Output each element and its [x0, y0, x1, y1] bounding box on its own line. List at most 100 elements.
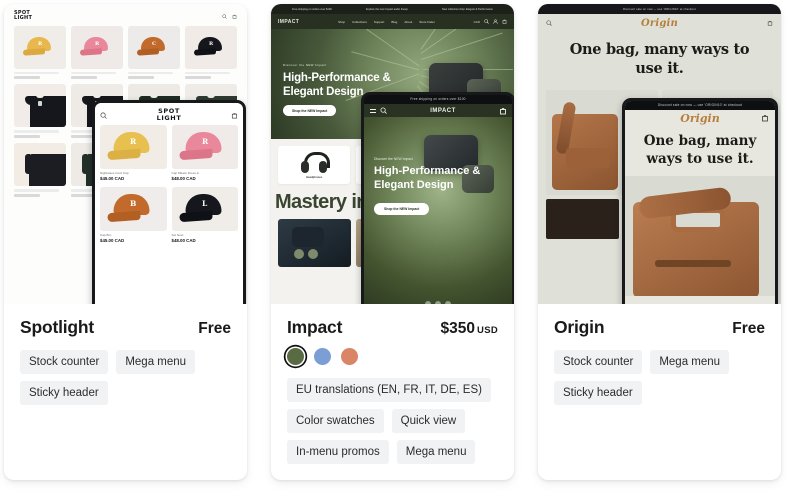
- product-thumb: C: [128, 25, 180, 69]
- feature-tag: Sticky header: [20, 381, 108, 405]
- product-thumb: [14, 84, 66, 128]
- spotlight-mobile-mockup[interactable]: SPOT LIGHT R Nightwave Cord Cap $45.00 C…: [92, 100, 246, 304]
- impact-mobile-logo: IMPACT: [430, 107, 456, 114]
- price-amount: $350: [440, 320, 476, 337]
- color-swatch-blue[interactable]: [314, 348, 331, 365]
- impact-logo: IMPACT: [278, 18, 300, 25]
- impact-mobile-eyebrow: Discover the NEW Impact: [374, 157, 413, 161]
- spotlight-header: SPOT LIGHT: [4, 4, 247, 26]
- account-icon: [493, 19, 498, 24]
- product-price: $48.00 CAD: [171, 238, 196, 243]
- theme-title-row: Spotlight Free: [20, 317, 231, 338]
- impact-hero-cta-button[interactable]: Shop the NEW Impact: [283, 105, 337, 117]
- origin-mobile-mockup[interactable]: Discount sale on now — use 'ORIGIN10' at…: [622, 98, 778, 304]
- product-thumb: R: [71, 25, 123, 69]
- nav-link[interactable]: Collections: [352, 20, 367, 24]
- impact-nav-bar: IMPACT Shop Collections Support Blog Abo…: [271, 14, 514, 29]
- theme-name: Impact: [287, 317, 343, 337]
- origin-mobile-headline: One bag, many ways to use it.: [625, 126, 775, 168]
- carousel-dots[interactable]: [364, 301, 512, 304]
- feature-tag: Mega menu: [396, 440, 476, 464]
- mobile-product-cell[interactable]: R Cap Mikelo Dress in $48.00 CAD: [171, 125, 238, 182]
- theme-name: Spotlight: [20, 317, 95, 337]
- nav-link[interactable]: Shop: [338, 20, 345, 24]
- product-cell: C: [128, 25, 180, 80]
- origin-nav-bar: Origin: [538, 14, 781, 32]
- nav-link[interactable]: About: [404, 20, 412, 24]
- hamburger-icon[interactable]: [369, 107, 377, 115]
- theme-card-body: Spotlight Free Stock counter Mega menu S…: [4, 304, 247, 421]
- impact-mobile-mockup[interactable]: Free shipping on orders over $100 IMPACT: [361, 92, 514, 304]
- feature-tag: In-menu promos: [287, 440, 389, 464]
- cart-icon: [502, 19, 507, 24]
- impact-hero-eyebrow: Discover the NEW Impact: [283, 63, 327, 67]
- product-thumb: B: [100, 187, 167, 231]
- search-icon: [222, 14, 227, 19]
- origin-headline: One bag, many ways to use it.: [569, 41, 750, 77]
- color-swatch-olive[interactable]: [287, 348, 304, 365]
- theme-card-grid: SPOT LIGHT R R C R SPOT LIGHT R Nightwav…: [0, 0, 800, 480]
- spotlight-mobile-header: SPOT LIGHT: [95, 103, 243, 125]
- theme-feature-tags: EU translations (EN, FR, IT, DE, ES) Col…: [287, 378, 498, 464]
- feature-tag: Mega menu: [116, 350, 196, 374]
- theme-preview-origin[interactable]: Discount sale on now — use 'ORIGIN10' at…: [538, 4, 781, 304]
- theme-card-spotlight[interactable]: SPOT LIGHT R R C R SPOT LIGHT R Nightwav…: [4, 4, 247, 480]
- color-swatch-group[interactable]: [287, 348, 498, 365]
- feature-tag: Stock counter: [554, 350, 643, 374]
- mobile-product-cell[interactable]: R Nightwave Cord Cap $45.00 CAD: [100, 125, 167, 182]
- feature-tag: Quick view: [391, 409, 466, 433]
- search-icon[interactable]: [380, 107, 387, 114]
- product-cell: R: [14, 25, 66, 80]
- impact-mobile-hero: Discover the NEW Impact High-Performance…: [364, 117, 512, 304]
- product-cell: [14, 143, 66, 197]
- feature-tag: Color swatches: [287, 409, 384, 433]
- product-price: $48.00 CAD: [171, 176, 196, 181]
- product-thumb: R: [171, 125, 238, 169]
- product-thumb: [14, 143, 66, 186]
- cart-icon[interactable]: [761, 114, 769, 122]
- origin-mobile-logo: Origin: [680, 111, 720, 125]
- product-thumb: R: [14, 25, 66, 69]
- category-label: Headphones: [306, 175, 323, 179]
- mobile-product-cell[interactable]: L Set Noel $48.00 CAD: [171, 187, 238, 244]
- product-cell: R: [185, 25, 237, 80]
- feature-tag: Mega menu: [650, 350, 730, 374]
- category-card[interactable]: Headphones: [278, 146, 351, 184]
- impact-nav-actions: CAD: [474, 19, 507, 24]
- feature-tag: EU translations (EN, FR, IT, DE, ES): [287, 378, 491, 402]
- theme-card-origin[interactable]: Discount sale on now — use 'ORIGIN10' at…: [538, 4, 781, 480]
- feature-tag: Sticky header: [554, 381, 642, 405]
- spotlight-mobile-logo: SPOT LIGHT: [107, 108, 231, 122]
- origin-announcement-bar: Discount sale on now — use 'ORIGIN10' at…: [538, 4, 781, 14]
- theme-title-row: Origin Free: [554, 317, 765, 338]
- theme-card-body: Impact $350 USD EU translations (EN, FR, …: [271, 304, 514, 480]
- cart-icon[interactable]: [499, 107, 507, 115]
- spotlight-logo-line2: LIGHT: [14, 15, 33, 22]
- theme-price: Free: [732, 320, 765, 337]
- cart-icon: [231, 112, 238, 118]
- theme-price: $350 USD: [441, 320, 498, 338]
- impact-announcement-bar: Free shipping on orders over $100 Explor…: [271, 4, 514, 14]
- nav-link[interactable]: Store finder: [419, 20, 435, 24]
- origin-mobile-header: Origin: [625, 110, 775, 126]
- nav-link[interactable]: Support: [374, 20, 385, 24]
- cart-icon[interactable]: [767, 20, 773, 26]
- theme-card-impact[interactable]: Free shipping on orders over $100 Explor…: [271, 4, 514, 480]
- mobile-logo-line2: LIGHT: [156, 114, 182, 122]
- theme-preview-impact[interactable]: Free shipping on orders over $100 Explor…: [271, 4, 514, 304]
- color-swatch-terracotta[interactable]: [341, 348, 358, 365]
- origin-mobile-photo: [625, 176, 775, 296]
- impact-mobile-announcement: Free shipping on orders over $100: [364, 95, 512, 104]
- mobile-product-cell[interactable]: B Cap Brn $45.00 CAD: [100, 187, 167, 244]
- feature-tag: Stock counter: [20, 350, 109, 374]
- impact-mobile-cta-button[interactable]: Shop the NEW Impact: [374, 203, 430, 215]
- announcement-text: Explore the new Impact audio lineup: [365, 7, 408, 11]
- product-thumb: R: [185, 25, 237, 69]
- nav-link[interactable]: Blog: [391, 20, 397, 24]
- spotlight-header-icons: [222, 14, 237, 19]
- currency-selector[interactable]: CAD: [474, 20, 480, 24]
- theme-title-row: Impact $350 USD: [287, 317, 498, 338]
- search-icon: [484, 19, 489, 24]
- theme-preview-spotlight[interactable]: SPOT LIGHT R R C R SPOT LIGHT R Nightwav…: [4, 4, 247, 304]
- product-price: $45.00 CAD: [100, 176, 125, 181]
